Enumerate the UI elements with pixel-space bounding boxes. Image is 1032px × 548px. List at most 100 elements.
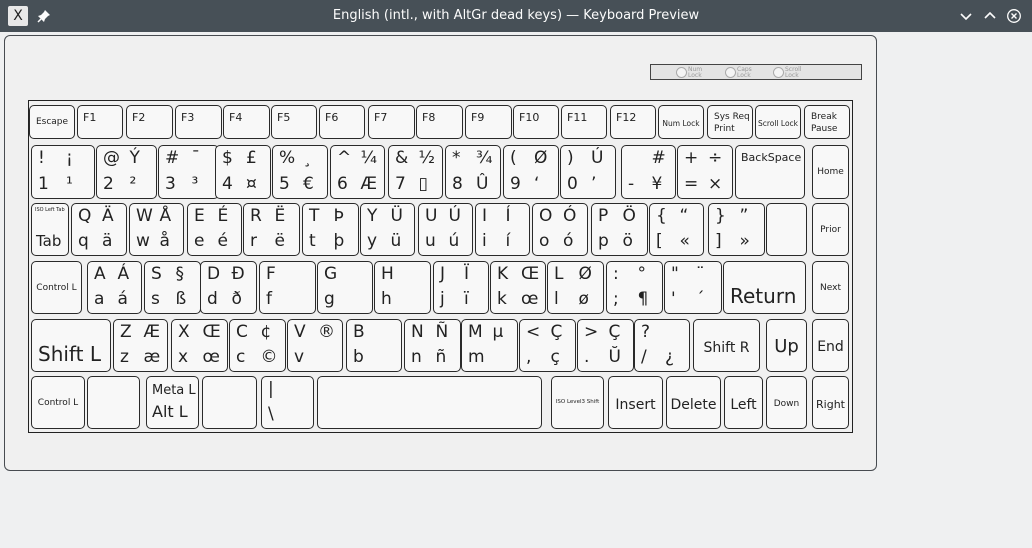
key-s[interactable]: Ss § ß xyxy=(144,261,201,314)
key-f1[interactable]: F1 xyxy=(77,105,123,139)
key-o[interactable]: OoÓó xyxy=(532,203,588,256)
key-f7[interactable]: F7 xyxy=(368,105,415,139)
key-f12[interactable]: F12 xyxy=(610,105,656,139)
key-super-blank[interactable] xyxy=(87,376,140,429)
key-escape[interactable]: Escape xyxy=(29,105,75,139)
key-d[interactable]: DdÐð xyxy=(200,261,257,314)
key-glyph: ¸ xyxy=(303,148,312,168)
key-end[interactable]: End xyxy=(812,319,849,372)
key-bracket-left[interactable]: {[“ « xyxy=(649,203,704,256)
key-k[interactable]: KkŒœ xyxy=(490,261,546,314)
key-f8[interactable]: F8 xyxy=(416,105,463,139)
key-u[interactable]: UuÚú xyxy=(418,203,473,256)
key-sys-req-print[interactable]: Sys Req Print xyxy=(707,105,753,139)
key-prior[interactable]: Prior xyxy=(812,203,849,256)
key-7[interactable]: & 7 ½ ▯ xyxy=(388,145,443,199)
key-backslash-blank[interactable] xyxy=(766,203,807,256)
key-equal[interactable]: + = ÷ × xyxy=(677,145,733,199)
key-6[interactable]: ^ 6 ¼ Æ xyxy=(330,145,385,199)
key-f6[interactable]: F6 xyxy=(319,105,365,139)
key-right[interactable]: Right xyxy=(812,376,849,429)
key-q[interactable]: QqÄä xyxy=(71,203,127,256)
key-blank-2[interactable] xyxy=(202,376,257,429)
key-pipe[interactable]: | \ xyxy=(261,376,314,429)
key-minus[interactable]: - # ¥ xyxy=(621,145,676,199)
key-w[interactable]: WwÅå xyxy=(129,203,184,256)
key-f[interactable]: Ff xyxy=(259,261,316,314)
key-m[interactable]: Mmµ xyxy=(461,319,518,372)
key-p[interactable]: PpÖö xyxy=(591,203,648,256)
key-r[interactable]: RrËë xyxy=(243,203,300,256)
key-semicolon[interactable]: :; ° ¶ xyxy=(606,261,663,314)
key-c[interactable]: Cc ¢ © xyxy=(229,319,286,372)
key-3[interactable]: #3 ¯ ³ xyxy=(158,145,219,199)
key-8[interactable]: * 8 ¾ Û xyxy=(445,145,501,199)
key-4[interactable]: $4 £ ¤ xyxy=(215,145,271,199)
key-l[interactable]: LlØø xyxy=(547,261,604,314)
key-i[interactable]: IiÍí xyxy=(475,203,530,256)
close-button[interactable] xyxy=(1004,6,1024,26)
key-glyph: Return xyxy=(730,284,797,308)
minimize-button[interactable] xyxy=(956,6,976,26)
key-n[interactable]: NnÑñ xyxy=(404,319,461,372)
key-f11[interactable]: F11 xyxy=(561,105,607,139)
key-v[interactable]: Vv ® xyxy=(287,319,343,372)
key-left[interactable]: Left xyxy=(724,376,763,429)
key-comma[interactable]: <, Çç xyxy=(519,319,576,372)
key-apostrophe[interactable]: " ' ¨ ´ xyxy=(664,261,722,314)
key-y[interactable]: YyÜü xyxy=(360,203,415,256)
key-control-l[interactable]: Control L xyxy=(31,376,85,429)
key-iso-level3-shift[interactable]: ISO Level3 Shift xyxy=(551,376,604,429)
key-slash[interactable]: ? / ¿ xyxy=(634,319,690,372)
key-shift-l[interactable]: Shift L xyxy=(31,319,111,372)
key-glyph: M xyxy=(468,322,483,342)
key-5[interactable]: % 5 ¸ € xyxy=(272,145,328,199)
key-shift-r[interactable]: Shift R xyxy=(693,319,760,372)
key-home[interactable]: Home xyxy=(812,145,849,199)
key-insert[interactable]: Insert xyxy=(608,376,663,429)
key-glyph: ÷ xyxy=(708,148,723,168)
key-glyph: f xyxy=(266,289,272,309)
key-9[interactable]: (9 Ø ‘ xyxy=(503,145,559,199)
key-0[interactable]: ) 0 Ú ’ xyxy=(560,145,616,199)
key-bracket-right[interactable]: }] ” » xyxy=(708,203,765,256)
key-t[interactable]: TtÞþ xyxy=(302,203,359,256)
key-space[interactable] xyxy=(317,376,542,429)
key-up[interactable]: Up xyxy=(766,319,807,372)
key-g[interactable]: Gg xyxy=(317,261,373,314)
key-1[interactable]: ! 1 ¡ ¹ xyxy=(31,145,95,199)
key-break-pause[interactable]: Break Pause xyxy=(804,105,850,139)
key-glyph: Y xyxy=(367,206,378,226)
key-f4[interactable]: F4 xyxy=(223,105,270,139)
key-glyph: Ç xyxy=(550,322,563,342)
key-a[interactable]: AaÁá xyxy=(87,261,142,314)
key-control-l-left[interactable]: Control L xyxy=(31,261,82,314)
key-down[interactable]: Down xyxy=(766,376,807,429)
key-b[interactable]: Bb xyxy=(346,319,402,372)
key-next[interactable]: Next xyxy=(812,261,849,314)
key-alt-l[interactable]: Meta L Alt L xyxy=(146,376,199,429)
key-tab[interactable]: ISO Left Tab Tab xyxy=(31,203,69,256)
key-period[interactable]: >. Ç Ŭ xyxy=(577,319,634,372)
key-num-lock[interactable]: Num Lock xyxy=(658,105,704,139)
key-j[interactable]: JjÏï xyxy=(433,261,489,314)
key-x[interactable]: XxŒœ xyxy=(171,319,228,372)
key-f10[interactable]: F10 xyxy=(513,105,559,139)
key-f9[interactable]: F9 xyxy=(465,105,512,139)
key-glyph: F7 xyxy=(374,111,388,124)
key-f5[interactable]: F5 xyxy=(271,105,317,139)
key-h[interactable]: Hh xyxy=(374,261,431,314)
key-glyph: F11 xyxy=(567,111,588,124)
key-scroll-lock[interactable]: Scroll Lock xyxy=(755,105,801,139)
key-delete[interactable]: Delete xyxy=(666,376,721,429)
key-glyph: ´ xyxy=(696,289,705,309)
key-return[interactable]: Return xyxy=(723,261,806,314)
key-f3[interactable]: F3 xyxy=(175,105,222,139)
key-e[interactable]: EeÉé xyxy=(187,203,242,256)
key-backspace[interactable]: BackSpace xyxy=(735,145,805,199)
key-glyph: L xyxy=(554,264,564,284)
key-f2[interactable]: F2 xyxy=(126,105,173,139)
key-2[interactable]: @2 Ý ² xyxy=(96,145,157,199)
key-z[interactable]: ZzÆæ xyxy=(113,319,168,372)
maximize-button[interactable] xyxy=(980,6,1000,26)
